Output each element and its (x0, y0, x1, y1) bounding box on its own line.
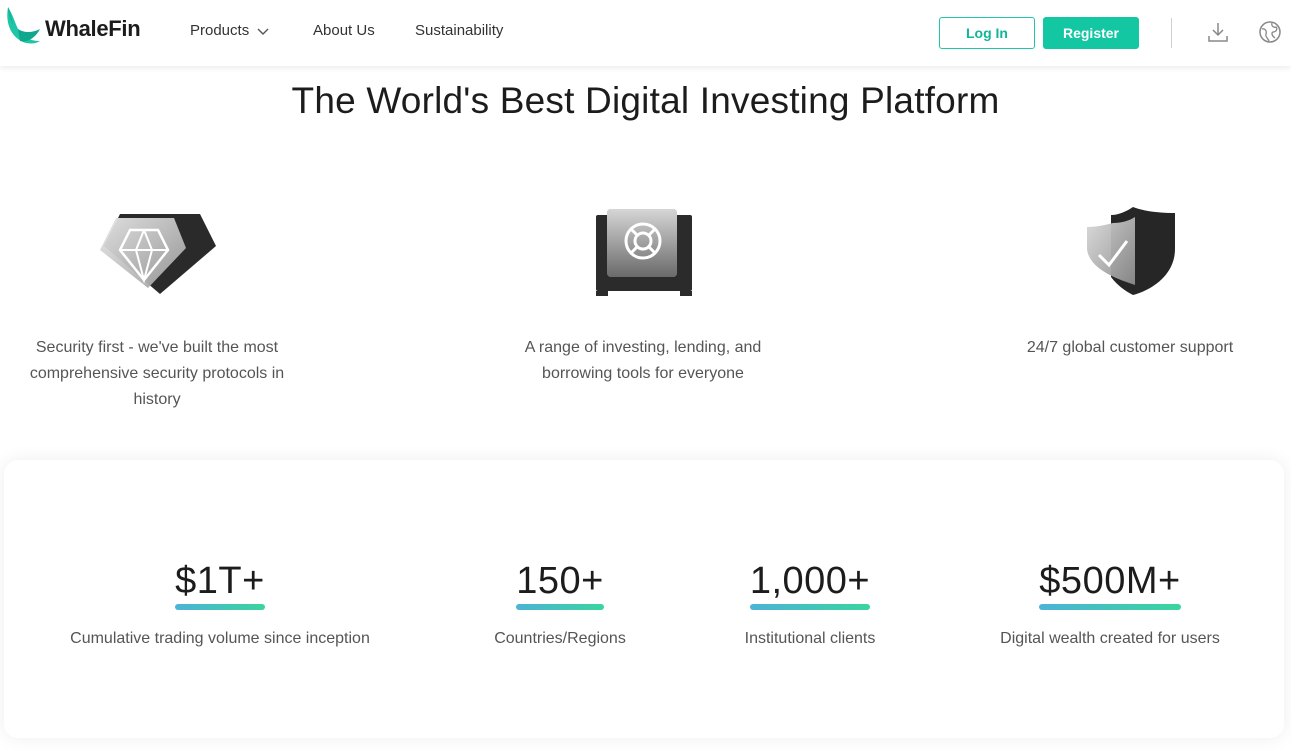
stat-label: Cumulative trading volume since inceptio… (70, 630, 370, 647)
stat-institutional-clients: 1,000+ Institutional clients (710, 560, 910, 648)
stat-value: 1,000+ (749, 560, 871, 610)
download-icon[interactable] (1206, 20, 1230, 44)
stat-value: 150+ (515, 560, 605, 610)
nav-products[interactable]: Products (190, 22, 269, 39)
stat-label: Institutional clients (744, 630, 876, 647)
globe-icon[interactable] (1258, 20, 1282, 44)
feature-support-text: 24/7 global customer support (1026, 339, 1234, 356)
diamond-icon (100, 214, 216, 294)
brand-logo[interactable]: WhaleFin (4, 4, 141, 48)
stat-value-text: $1T+ (175, 560, 265, 602)
stat-value: $500M+ (1038, 560, 1181, 610)
feature-security-text: Security first - we've built the most co… (29, 339, 285, 408)
stat-value-text: 1,000+ (749, 560, 871, 602)
feature-tools-text: A range of investing, lending, and borro… (524, 339, 762, 382)
login-button[interactable]: Log In (939, 17, 1035, 49)
stat-underline (516, 604, 604, 610)
stats-card: $1T+ Cumulative trading volume since inc… (4, 460, 1284, 738)
stat-digital-wealth: $500M+ Digital wealth created for users (970, 560, 1250, 648)
stat-underline (749, 604, 871, 610)
stat-label: Digital wealth created for users (1000, 630, 1220, 647)
stat-label: Countries/Regions (494, 630, 626, 647)
register-button[interactable]: Register (1043, 17, 1139, 49)
nav-sustainability[interactable]: Sustainability (415, 22, 503, 39)
shield-check-icon (1087, 207, 1175, 295)
stat-trading-volume: $1T+ Cumulative trading volume since inc… (34, 560, 406, 648)
stat-value-text: $500M+ (1039, 560, 1181, 602)
nav-sustainability-label: Sustainability (415, 22, 504, 39)
stat-countries: 150+ Countries/Regions (470, 560, 650, 648)
nav-about-us[interactable]: About Us (313, 22, 375, 39)
nav-about-us-label: About Us (313, 22, 375, 39)
whale-logo-icon (7, 7, 40, 44)
stat-value: $1T+ (174, 560, 266, 610)
header-divider (1171, 18, 1172, 48)
brand-name: WhaleFin (45, 16, 141, 41)
page-title: The World's Best Digital Investing Platf… (291, 80, 1000, 121)
stat-underline (175, 604, 265, 610)
nav-products-label: Products (190, 22, 250, 39)
stat-underline (1039, 604, 1181, 610)
safe-icon (596, 209, 692, 296)
top-navbar: WhaleFin Products About Us Sustainabilit… (0, 0, 1291, 66)
chevron-down-icon (257, 28, 269, 35)
stat-value-text: 150+ (516, 560, 604, 602)
